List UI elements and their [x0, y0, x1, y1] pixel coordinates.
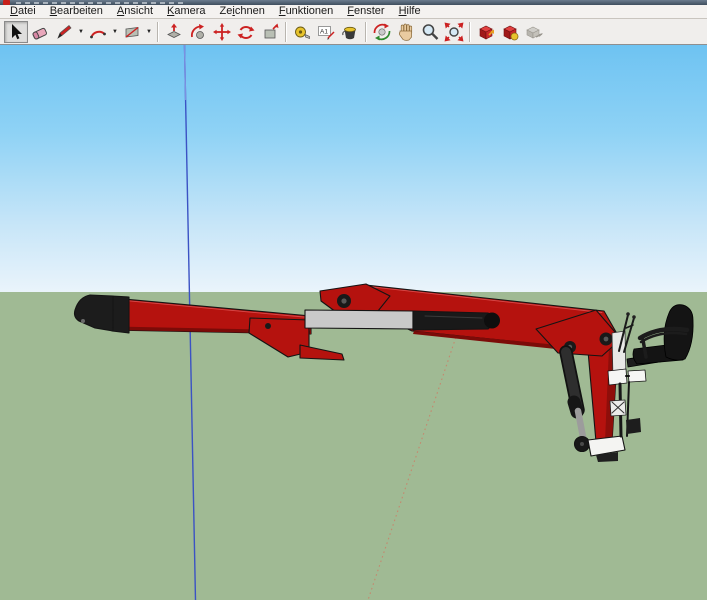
- toolbar-separator: [469, 22, 471, 42]
- tool-push-pull-button[interactable]: [162, 21, 186, 43]
- tool-line-button[interactable]: [52, 21, 76, 43]
- tool-line-dropdown-arrow[interactable]: ▼: [76, 21, 86, 43]
- toolbar: ▼ ▼ ▼ A1: [0, 19, 707, 45]
- tool-arc-dropdown-arrow[interactable]: ▼: [110, 21, 120, 43]
- paint-bucket-icon: [340, 22, 360, 42]
- sketchup-window: DateiBearbeitenAnsichtKameraZeichnenFunk…: [0, 0, 707, 600]
- menu-zeichnen[interactable]: Zeichnen: [213, 5, 272, 18]
- arc-icon: [88, 22, 108, 42]
- tool-rectangle-dropdown-arrow[interactable]: ▼: [144, 21, 154, 43]
- send-gray-icon: [524, 22, 544, 42]
- menu-fenster[interactable]: Fenster: [340, 5, 391, 18]
- toolbar-group-1: ▼ ▼ ▼: [4, 20, 154, 44]
- menu-funktionen[interactable]: Funktionen: [272, 5, 340, 18]
- menu-datei[interactable]: Datei: [3, 5, 43, 18]
- tool-select-button[interactable]: [4, 21, 28, 43]
- move-icon: [212, 22, 232, 42]
- tool-get-models-button[interactable]: [474, 21, 498, 43]
- select-arrow-icon: [6, 22, 26, 42]
- tool-zoom-button[interactable]: [418, 21, 442, 43]
- tool-send-model-button[interactable]: [522, 21, 546, 43]
- orbit-icon: [372, 22, 392, 42]
- menu-bearbeiten[interactable]: Bearbeiten: [43, 5, 110, 18]
- sky: [0, 45, 707, 292]
- toolbar-separator: [157, 22, 159, 42]
- svg-text:A1: A1: [320, 28, 328, 35]
- tool-rotate-button[interactable]: [234, 21, 258, 43]
- toolbar-group-2: [162, 20, 282, 44]
- zoom-extents-icon: [444, 22, 464, 42]
- tool-share-model-button[interactable]: [498, 21, 522, 43]
- pan-icon: [396, 22, 416, 42]
- toolbar-separator: [365, 22, 367, 42]
- tool-paint-bucket-button[interactable]: [338, 21, 362, 43]
- rectangle-icon: [122, 22, 142, 42]
- tool-zoom-extents-button[interactable]: [442, 21, 466, 43]
- tool-arc-button[interactable]: [86, 21, 110, 43]
- eraser-icon: [30, 22, 50, 42]
- offset-icon: [260, 22, 280, 42]
- menu-bar: DateiBearbeitenAnsichtKameraZeichnenFunk…: [0, 5, 707, 19]
- tool-rectangle-button[interactable]: [120, 21, 144, 43]
- toolbar-group-3: A1: [290, 20, 362, 44]
- warehouse-share-icon: [500, 22, 520, 42]
- push-pull-icon: [164, 22, 184, 42]
- tool-orbit-button[interactable]: [370, 21, 394, 43]
- text-icon: A1: [316, 22, 336, 42]
- tool-text-button[interactable]: A1: [314, 21, 338, 43]
- toolbar-group-4: [370, 20, 466, 44]
- toolbar-group-5: [474, 20, 546, 44]
- tool-offset-button[interactable]: [258, 21, 282, 43]
- tool-move-button[interactable]: [210, 21, 234, 43]
- tape-measure-icon: [292, 22, 312, 42]
- window-title-text: [16, 2, 186, 4]
- warehouse-get-icon: [476, 22, 496, 42]
- tool-follow-me-button[interactable]: [186, 21, 210, 43]
- viewport-3d[interactable]: [0, 45, 707, 600]
- pencil-icon: [54, 22, 74, 42]
- tool-tape-measure-button[interactable]: [290, 21, 314, 43]
- toolbar-separator: [285, 22, 287, 42]
- zoom-icon: [420, 22, 440, 42]
- menu-ansicht[interactable]: Ansicht: [110, 5, 160, 18]
- rotate-icon: [236, 22, 256, 42]
- tool-pan-button[interactable]: [394, 21, 418, 43]
- follow-me-icon: [188, 22, 208, 42]
- tool-eraser-button[interactable]: [28, 21, 52, 43]
- menu-hilfe[interactable]: Hilfe: [392, 5, 428, 18]
- menu-kamera[interactable]: Kamera: [160, 5, 213, 18]
